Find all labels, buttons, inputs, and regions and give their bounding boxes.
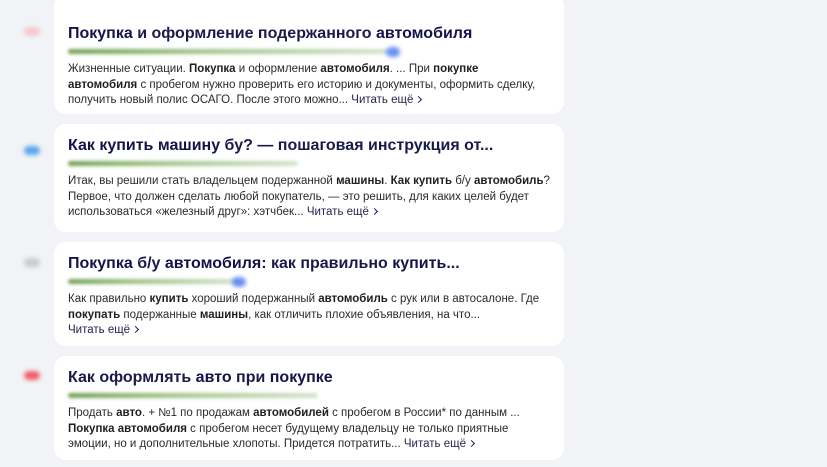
chevron-right-icon xyxy=(467,439,476,448)
result-snippet: Продать авто. + №1 по продажам автомобил… xyxy=(68,406,550,453)
text-segment[interactable]: и оформление подержанного xyxy=(133,25,376,42)
result-title-link[interactable]: Как оформлять авто при покупке xyxy=(68,368,550,388)
text-segment: . ... При xyxy=(389,63,434,75)
text-segment[interactable]: : как правильно xyxy=(261,255,392,272)
highlighted-term[interactable]: покупке xyxy=(270,369,333,386)
result-title-link[interactable]: Покупка и оформление подержанного автомо… xyxy=(68,24,550,44)
highlighted-term: автомобиль xyxy=(473,175,544,187)
text-segment[interactable]: Как оформлять xyxy=(68,369,196,386)
chevron-right-icon xyxy=(370,207,378,216)
read-more-link[interactable]: Читать ещё xyxy=(306,206,378,218)
site-favicon-icon[interactable] xyxy=(24,27,40,36)
highlighted-term: Покупка xyxy=(189,63,236,75)
read-more-label: Читать ещё xyxy=(306,206,369,218)
result-url-blurred[interactable] xyxy=(68,277,550,287)
read-more-link[interactable]: Читать ещё xyxy=(68,324,140,336)
text-segment: хороший подержанный xyxy=(188,293,319,305)
snippet-text: Жизненные ситуации. Покупка и оформление… xyxy=(68,63,535,106)
highlighted-term[interactable]: Как купить машину xyxy=(68,137,220,154)
result-url-blurred[interactable] xyxy=(68,47,550,57)
search-result-card: Покупка и оформление подержанного автомо… xyxy=(24,0,564,114)
highlighted-term[interactable]: автомобиля xyxy=(376,25,472,42)
text-segment: и оформление xyxy=(235,63,321,75)
text-segment[interactable]: б/у xyxy=(133,255,165,272)
search-results: Покупка и оформление подержанного автомо… xyxy=(0,0,827,467)
text-segment[interactable]: при xyxy=(232,369,270,386)
site-favicon-icon[interactable] xyxy=(24,258,40,267)
highlighted-term: автомобиль xyxy=(318,293,388,305)
result-title-link[interactable]: Как купить машину бу? — пошаговая инстру… xyxy=(68,136,550,156)
read-more-link[interactable]: Читать ещё xyxy=(403,438,476,450)
read-more-label: Читать ещё xyxy=(351,94,414,106)
text-segment: Жизненные ситуации. xyxy=(68,63,190,75)
highlighted-term[interactable]: автомобиля xyxy=(165,255,261,272)
highlighted-term: автомобиля xyxy=(320,63,390,75)
text-segment: Как правильно xyxy=(68,293,150,305)
highlighted-term: купить xyxy=(149,293,189,305)
text-segment[interactable]: бу? — пошаговая инструкция от... xyxy=(220,137,494,154)
read-more-link[interactable]: Читать ещё xyxy=(351,94,423,106)
search-result-card: Как купить машину бу? — пошаговая инстру… xyxy=(24,124,564,232)
text-segment: , как отличить плохие объявления, на что… xyxy=(248,308,481,321)
highlighted-term[interactable]: купить xyxy=(392,255,446,272)
highlighted-term[interactable]: Покупка xyxy=(68,25,133,42)
highlighted-term: автомобилей xyxy=(253,407,329,419)
result-snippet: Как правильно купить хороший подержанный… xyxy=(68,292,550,339)
highlighted-term: авто xyxy=(116,407,142,419)
chevron-right-icon xyxy=(132,325,140,334)
text-segment: . + №1 по продажам xyxy=(141,407,254,419)
text-segment[interactable]: ... xyxy=(446,255,459,272)
search-result-card: Как оформлять авто при покупке Продать а… xyxy=(24,356,564,460)
result-snippet: Жизненные ситуации. Покупка и оформление… xyxy=(68,62,550,109)
highlighted-term: машины xyxy=(336,175,385,187)
result-url-blurred[interactable] xyxy=(68,391,550,401)
result-snippet: Итак, вы решили стать владельцем подержа… xyxy=(68,174,550,221)
search-result-card: Покупка б/у автомобиля: как правильно ку… xyxy=(24,242,564,346)
text-segment: с пробегом нужно проверить его историю и… xyxy=(68,78,536,107)
read-more-label: Читать ещё xyxy=(403,438,466,450)
site-favicon-icon[interactable] xyxy=(24,371,40,380)
site-favicon-icon[interactable] xyxy=(24,146,40,155)
text-segment: Итак, вы решили стать владельцем подержа… xyxy=(68,175,337,187)
chevron-right-icon xyxy=(415,95,423,104)
text-segment: Продать xyxy=(68,407,117,419)
text-segment: с рук или в автосалоне. Где xyxy=(387,293,540,305)
highlighted-term: Покупка автомобиля xyxy=(68,422,187,435)
highlighted-term: Как купить xyxy=(390,175,453,187)
highlighted-term[interactable]: Покупка xyxy=(68,255,133,272)
result-url-blurred[interactable] xyxy=(68,159,550,169)
text-segment: подержанные xyxy=(120,308,200,321)
highlighted-term: покупать xyxy=(68,308,121,321)
snippet-text: Как правильно купить хороший подержанный… xyxy=(68,293,539,321)
text-segment: с пробегом в России* по данным ... xyxy=(328,407,520,419)
read-more-label: Читать ещё xyxy=(68,324,131,336)
highlighted-term[interactable]: авто xyxy=(196,369,232,386)
result-title-link[interactable]: Покупка б/у автомобиля: как правильно ку… xyxy=(68,254,550,274)
text-segment: б/у xyxy=(452,175,474,187)
highlighted-term: машины xyxy=(199,308,249,321)
